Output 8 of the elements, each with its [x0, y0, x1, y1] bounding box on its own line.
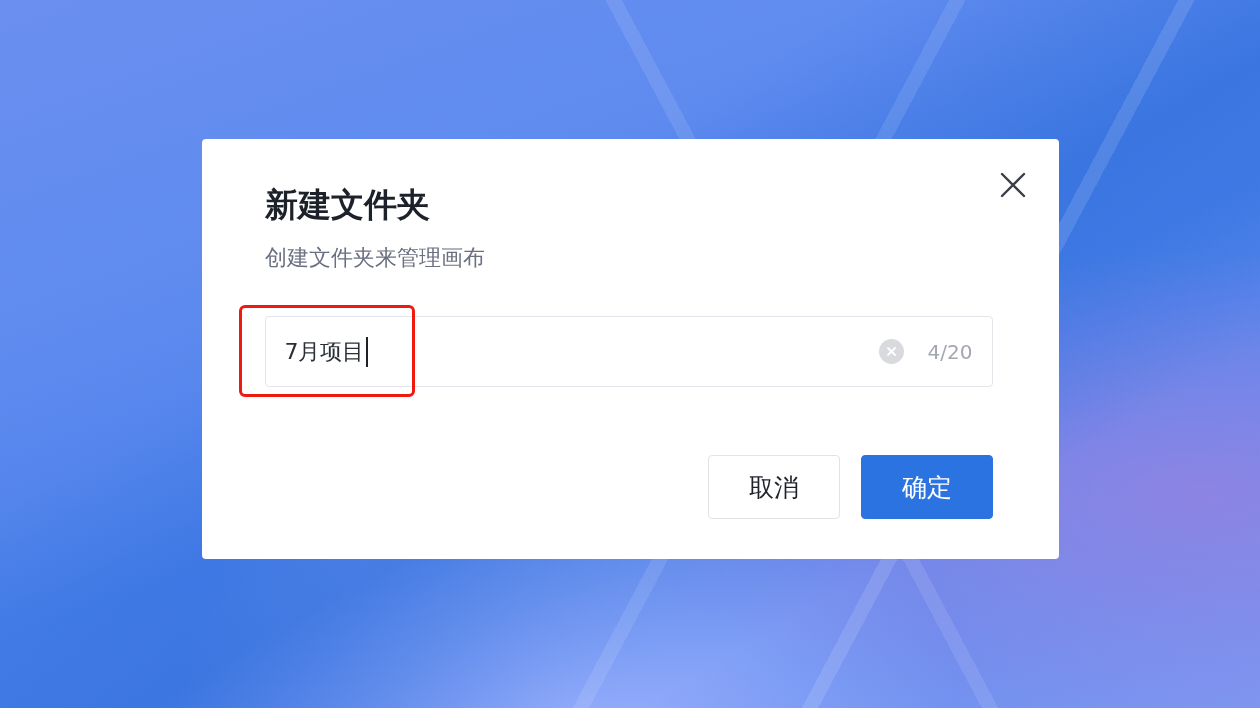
confirm-button[interactable]: 确定: [860, 455, 993, 519]
text-caret: [365, 336, 368, 367]
character-counter: 4/20: [927, 338, 973, 366]
close-icon[interactable]: [999, 172, 1026, 198]
dialog-subtitle: 创建文件夹来管理画布: [264, 245, 485, 271]
cancel-button[interactable]: 取消: [707, 455, 840, 519]
dialog-title: 新建文件夹: [264, 185, 430, 225]
field-value: 7月项目: [284, 337, 365, 366]
